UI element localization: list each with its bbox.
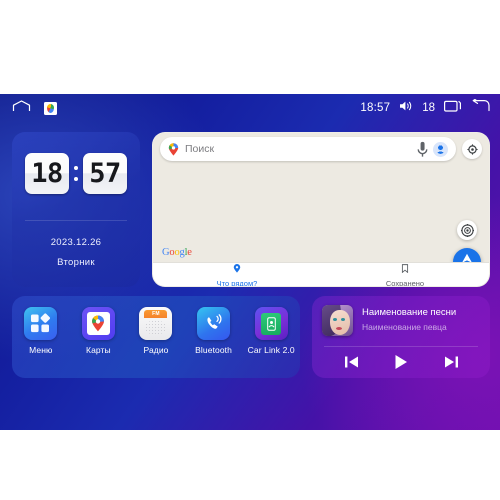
google-maps-icon[interactable] [44,101,57,115]
app-maps-label: Карты [86,345,111,355]
radio-speaker-grill [145,320,167,335]
app-maps[interactable]: Карты [73,307,123,355]
app-radio-label: Радио [143,345,169,355]
map-canvas[interactable]: Google СТАРТ [153,165,489,276]
home-icon[interactable] [12,99,31,117]
next-track-icon [444,356,458,368]
previous-track-icon [344,356,358,368]
logo-letter: e [187,247,192,258]
account-avatar-icon[interactable] [433,141,448,157]
app-dock-row: Меню Карты FM Радио Bluetooth Car Link 2… [12,307,300,355]
back-icon[interactable] [471,97,490,117]
status-bar-right: 18:57 18 [360,97,490,117]
location-pin-icon [233,264,241,273]
fm-badge: FM [144,310,168,318]
app-bluetooth-label: Bluetooth [195,345,232,355]
status-bar: 18:57 18 [0,94,500,122]
app-menu-label: Меню [29,345,53,355]
google-logo: Google [162,247,192,258]
track-title: Наименование песни [362,307,457,318]
search-input[interactable]: Поиск [160,137,456,161]
play-icon [395,355,407,369]
app-menu[interactable]: Меню [16,307,66,355]
map-search-row: Поиск [153,133,489,165]
music-controls [312,352,490,372]
car-link-icon [254,307,288,340]
google-maps-icon [81,307,115,340]
bookmark-icon [401,264,409,274]
app-bluetooth[interactable]: Bluetooth [189,307,239,355]
next-track-button[interactable] [438,352,464,372]
volume-level: 18 [422,102,435,114]
status-bar-left [12,99,57,117]
app-radio[interactable]: FM Радио [131,307,181,355]
play-button[interactable] [388,352,414,372]
clock-weekday: Вторник [57,257,95,268]
flip-clock: 18 57 [12,153,140,194]
car-head-unit-screen: 18:57 18 18 57 2023.12.26 Вторник Поиск … [0,94,500,430]
app-carlink-label: Car Link 2.0 [247,345,295,355]
clock-minutes: 57 [83,153,127,194]
status-time: 18:57 [360,102,391,114]
album-art [322,305,353,336]
volume-icon[interactable] [399,99,413,117]
track-artist: Наименование певца [362,322,447,332]
bluetooth-phone-icon [197,307,231,340]
clock-widget[interactable]: 18 57 2023.12.26 Вторник [12,132,140,287]
previous-track-button[interactable] [338,352,364,372]
tab-saved-label: Сохранено [385,279,425,287]
tab-nearby-label: Что рядом? [216,279,258,287]
music-divider [324,346,478,347]
clock-divider [25,220,127,221]
clock-colon [73,166,79,181]
music-meta: Наименование песни Наименование певца [362,305,480,336]
tab-saved[interactable]: Сохранено [321,261,489,287]
map-pin-icon [168,142,179,156]
music-track-info: Наименование песни Наименование певца [322,305,480,336]
apps-grid-icon [24,307,58,340]
music-player-widget[interactable]: Наименование песни Наименование певца [312,296,490,378]
app-carlink[interactable]: Car Link 2.0 [246,307,296,355]
map-bottom-tabs: Что рядом? Сохранено [153,262,489,286]
search-placeholder-text: Поиск [185,143,215,155]
compass-icon[interactable] [457,220,477,240]
map-widget[interactable]: Поиск Google Что рядом? Сохранено [152,132,490,287]
gear-icon[interactable] [462,139,482,159]
clock-hours: 18 [25,153,69,194]
app-dock: Меню Карты FM Радио Bluetooth Car Link 2… [12,296,300,378]
tab-nearby[interactable]: Что рядом? [153,261,321,287]
fm-radio-icon: FM [139,307,173,340]
recents-icon[interactable] [444,99,462,117]
microphone-icon[interactable] [417,141,428,158]
clock-date: 2023.12.26 [50,237,102,248]
